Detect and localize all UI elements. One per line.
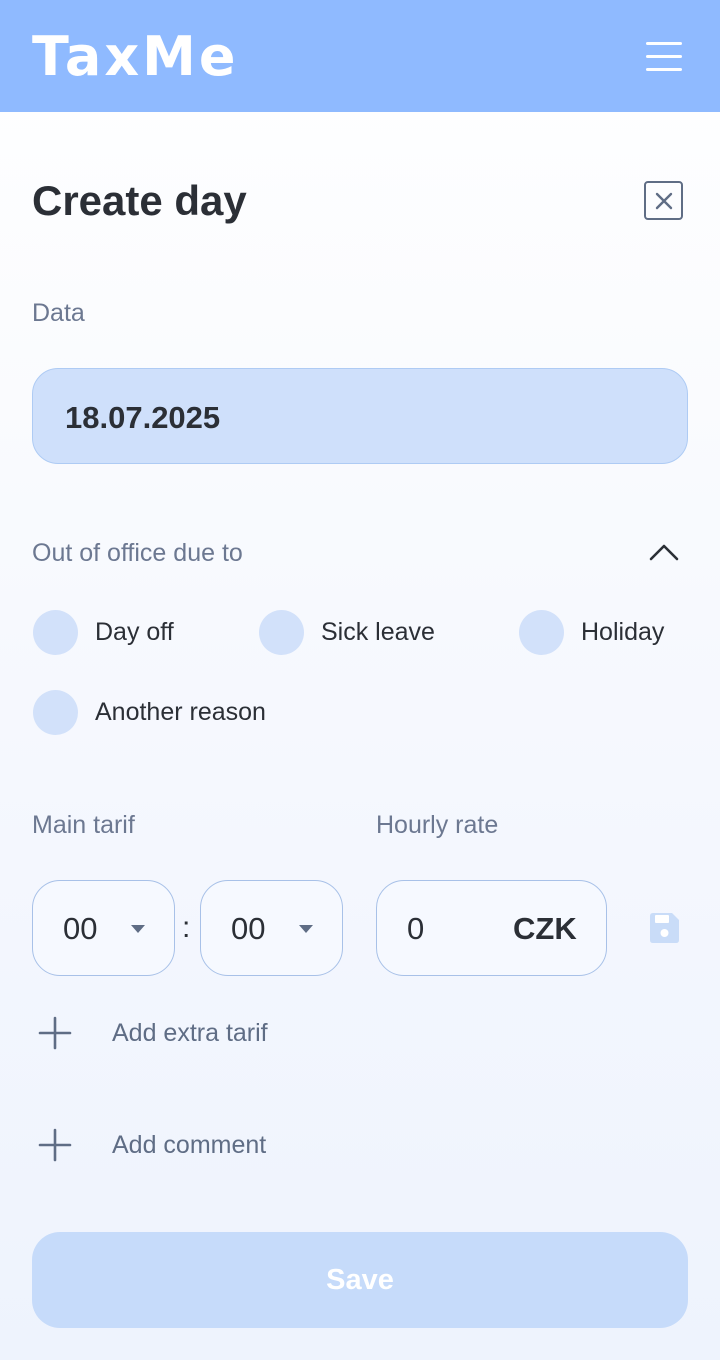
radio-circle[interactable] [259,610,304,655]
minutes-value: 00 [231,911,266,946]
date-label: Data [32,299,85,327]
radio-circle[interactable] [33,610,78,655]
radio-circle[interactable] [33,690,78,735]
hamburger-menu-icon [646,42,682,45]
date-value: 18.07.2025 [65,400,221,435]
hourly-rate-label: Hourly rate [376,811,499,839]
currency-label: CZK [513,911,577,946]
hamburger-menu-icon-line [646,55,682,58]
out-of-office-label: Out of office due to [32,539,243,567]
radio-label: Sick leave [321,618,435,646]
plus-icon [38,1016,72,1050]
hamburger-menu-icon-line [646,68,682,71]
hours-value: 00 [63,911,98,946]
out-of-office-toggle[interactable] [644,534,684,570]
radio-circle[interactable] [519,610,564,655]
radio-sick-leave[interactable]: Sick leave [259,610,479,656]
hourly-rate-value: 0 [407,911,425,946]
hours-select[interactable]: 00 [32,880,175,976]
radio-label: Day off [95,618,174,646]
dropdown-caret-icon [131,925,145,933]
add-comment-button[interactable]: Add comment [32,1120,332,1168]
floppy-disk-icon [650,913,679,943]
close-icon [655,192,673,210]
save-button[interactable]: Save [32,1232,688,1328]
radio-day-off[interactable]: Day off [33,610,223,656]
radio-another-reason[interactable]: Another reason [33,690,313,736]
radio-holiday[interactable]: Holiday [519,610,689,656]
app-logo[interactable]: TaxMe [32,26,239,88]
save-button-label: Save [326,1264,394,1296]
menu-button[interactable] [640,36,688,76]
save-rate-button[interactable] [647,911,681,945]
app-header: TaxMe [0,0,720,112]
page-title: Create day [32,177,247,224]
main-tarif-label: Main tarif [32,811,135,839]
radio-label: Another reason [95,698,266,726]
add-extra-tarif-button[interactable]: Add extra tarif [32,1008,332,1056]
minutes-select[interactable]: 00 [200,880,343,976]
dropdown-caret-icon [299,925,313,933]
time-separator: : [182,911,191,944]
radio-label: Holiday [581,618,665,646]
hourly-rate-input[interactable]: 0 CZK [376,880,607,976]
date-input[interactable]: 18.07.2025 [32,368,688,464]
chevron-up-icon [649,544,679,561]
close-button[interactable] [644,181,683,220]
add-extra-tarif-label: Add extra tarif [112,1019,268,1047]
plus-icon [38,1128,72,1162]
add-comment-label: Add comment [112,1131,267,1159]
